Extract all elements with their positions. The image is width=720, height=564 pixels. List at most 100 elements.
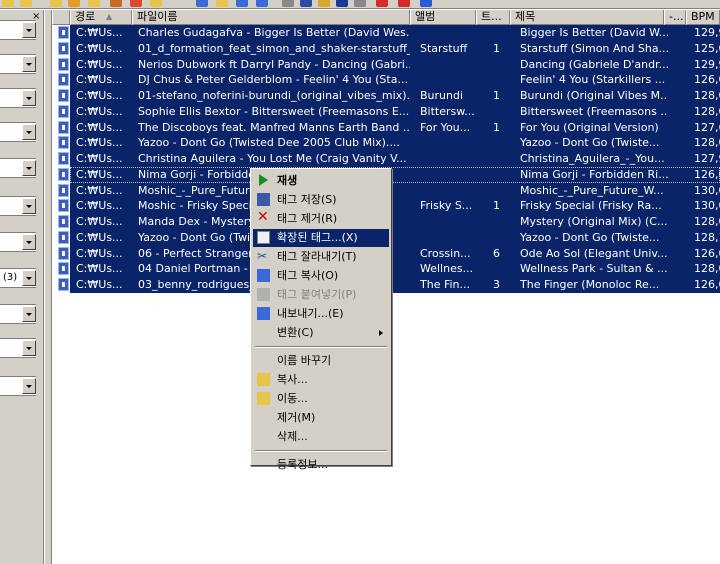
bpm-cell: 128,0 — [694, 215, 720, 228]
folder-icon[interactable] — [2, 0, 14, 7]
scissors-icon: ✂ — [257, 249, 268, 263]
table-row[interactable]: C:₩Us... 06 - Perfect Stranger - Od... Cro… — [70, 245, 720, 262]
table-row[interactable]: C:₩Us... 03_benny_rodrigues_-_Th... The Fi… — [70, 277, 720, 293]
folder-icon[interactable] — [216, 0, 228, 7]
table-row[interactable]: C:₩Us... Moshic - Frisky Special (F... Fri… — [70, 198, 720, 215]
menu-item-folder-move[interactable]: 이동... — [253, 390, 389, 408]
track-cell — [470, 57, 500, 73]
menu-item-label: 등록정보... — [277, 458, 328, 471]
column-header[interactable]: 파일이름 — [132, 10, 410, 25]
info-icon[interactable] — [420, 0, 432, 7]
title-cell: Yazoo - Dont Go (Twiste... — [520, 230, 660, 244]
column-header[interactable]: BPM — [686, 10, 720, 25]
table-row[interactable]: C:₩Us... 01-stefano_noferini-burundi_(ori… — [70, 88, 720, 104]
tag-field-combo[interactable] — [0, 122, 36, 142]
tag-field-combo[interactable] — [0, 376, 36, 396]
menu-item-plain-8[interactable]: 변환(C) — [253, 324, 389, 342]
column-header[interactable]: 제목 — [510, 10, 664, 25]
page-icon[interactable] — [354, 0, 366, 7]
menu-item-label: 제거(M) — [277, 411, 316, 424]
table-row[interactable]: C:₩Us... Yazoo - Dont Go (Twisted Dee 200… — [70, 135, 720, 152]
folder-icon[interactable] — [150, 0, 162, 7]
page-icon[interactable] — [282, 0, 294, 7]
column-header[interactable] — [52, 10, 70, 25]
document-icon[interactable] — [256, 0, 268, 7]
tag-field-combo[interactable] — [0, 158, 36, 178]
table-row[interactable]: C:₩Us... Moshic_-_Pure_Future_W... Moshic_… — [70, 182, 720, 199]
tag-field-combo[interactable]: (3) — [0, 268, 36, 288]
bpm-cell: 130,0 — [694, 183, 720, 197]
chevron-down-icon[interactable] — [22, 270, 36, 286]
chevron-down-icon[interactable] — [22, 22, 36, 38]
chevron-down-icon[interactable] — [22, 56, 36, 72]
chart-icon[interactable] — [398, 0, 410, 7]
path-cell: C:₩Us... — [76, 230, 123, 244]
menu-item-plain-14[interactable]: 삭제... — [253, 428, 389, 446]
column-header[interactable]: 앨범 — [410, 10, 476, 25]
chevron-down-icon[interactable] — [22, 124, 36, 140]
table-row[interactable]: C:₩Us... The Discoboys feat. Manfred Mann… — [70, 119, 720, 136]
panel-splitter[interactable] — [45, 10, 52, 564]
tag-icon[interactable] — [68, 0, 80, 7]
folder-icon[interactable] — [88, 0, 100, 7]
menu-item-folder-copy[interactable]: 복사... — [253, 371, 389, 389]
table-row[interactable]: C:₩Us... DJ Chus & Peter Gelderblom - Fee… — [70, 72, 720, 89]
path-cell: C:₩Us... — [76, 246, 123, 260]
tag-field-combo[interactable] — [0, 54, 36, 74]
menu-item-edit-tag[interactable]: 확장된 태그...(X) — [253, 229, 389, 247]
audio-file-icon — [58, 246, 69, 260]
document-icon[interactable] — [236, 0, 248, 7]
folder-icon[interactable] — [50, 0, 62, 7]
menu-item-scissors[interactable]: ✂ 태그 잘라내기(T) — [253, 248, 389, 266]
tag-field-combo[interactable] — [0, 232, 36, 252]
menu-item-play[interactable]: 재생 — [253, 172, 389, 190]
document-icon[interactable] — [196, 0, 208, 7]
path-cell: C:₩Us... — [76, 167, 123, 181]
menu-item-remove-x[interactable]: ✕ 태그 제거(R) — [253, 210, 389, 228]
table-row[interactable]: C:₩Us... Charles Gudagafva - Bigger Is Be… — [70, 25, 720, 41]
table-row[interactable]: C:₩Us... Manda Dex - Mystery (Or... Myster… — [70, 214, 720, 230]
disc-icon[interactable] — [300, 0, 312, 7]
table-row[interactable]: C:₩Us... Christina Aguilera - You Lost Me… — [70, 151, 720, 167]
save-icon — [257, 193, 270, 206]
chevron-down-icon[interactable] — [22, 160, 36, 176]
globe-icon[interactable] — [336, 0, 348, 7]
table-row[interactable]: C:₩Us... 01_d_formation_feat_simon_and_sh… — [70, 40, 720, 57]
chevron-down-icon[interactable] — [22, 306, 36, 322]
tag-icon[interactable] — [130, 0, 142, 7]
audio-file-icon — [58, 199, 69, 213]
column-header[interactable]: 트... — [476, 10, 510, 25]
filename-cell: Sophie Ellis Bextor - Bittersweet (Freem… — [138, 104, 410, 118]
menu-item-plain-10[interactable]: 이름 바꾸기 — [253, 352, 389, 370]
tag-icon[interactable] — [318, 0, 330, 7]
table-row[interactable]: C:₩Us... Yazoo - Dont Go (Twisted... Yazoo… — [70, 229, 720, 246]
chart-icon[interactable] — [376, 0, 388, 7]
tag-field-combo[interactable] — [0, 196, 36, 216]
menu-item-export[interactable]: 내보내기...(E) — [253, 305, 389, 323]
menu-item-copy[interactable]: 태그 복사(O) — [253, 267, 389, 285]
chevron-down-icon[interactable] — [22, 90, 36, 106]
path-cell: C:₩Us... — [76, 183, 123, 197]
column-header[interactable]: 경로 — [70, 10, 132, 25]
tag-field-combo[interactable] — [0, 88, 36, 108]
tag-field-combo[interactable] — [0, 20, 36, 40]
tag-field-combo[interactable] — [0, 338, 36, 358]
column-header[interactable]: -... — [664, 10, 686, 25]
table-row[interactable]: C:₩Us... Sophie Ellis Bextor - Bitterswee… — [70, 103, 720, 120]
table-row[interactable]: C:₩Us... 04 Daniel Portman - Well... Welln… — [70, 261, 720, 278]
filename-cell: Yazoo - Dont Go (Twisted Dee 2005 Club M… — [138, 136, 400, 150]
chevron-down-icon[interactable] — [22, 340, 36, 356]
chevron-down-icon[interactable] — [22, 234, 36, 250]
chevron-down-icon[interactable] — [22, 378, 36, 394]
music-icon[interactable] — [110, 0, 122, 7]
chevron-down-icon[interactable] — [22, 198, 36, 214]
tag-field-combo[interactable] — [0, 304, 36, 324]
menu-item-plain-16[interactable]: 등록정보... — [253, 456, 389, 474]
table-row[interactable]: C:₩Us... Nima Gorji - Forbidden Ri... Nima… — [70, 166, 720, 183]
track-cell: 6 — [493, 246, 500, 260]
folder-open-icon[interactable] — [20, 0, 32, 7]
menu-item-save[interactable]: 태그 저장(S) — [253, 191, 389, 209]
table-row[interactable]: C:₩Us... Nerios Dubwork ft Darryl Pandy -… — [70, 56, 720, 73]
title-cell: Frisky Special (Frisky Ra... — [520, 199, 662, 213]
menu-item-plain-13[interactable]: 제거(M) — [253, 409, 389, 427]
